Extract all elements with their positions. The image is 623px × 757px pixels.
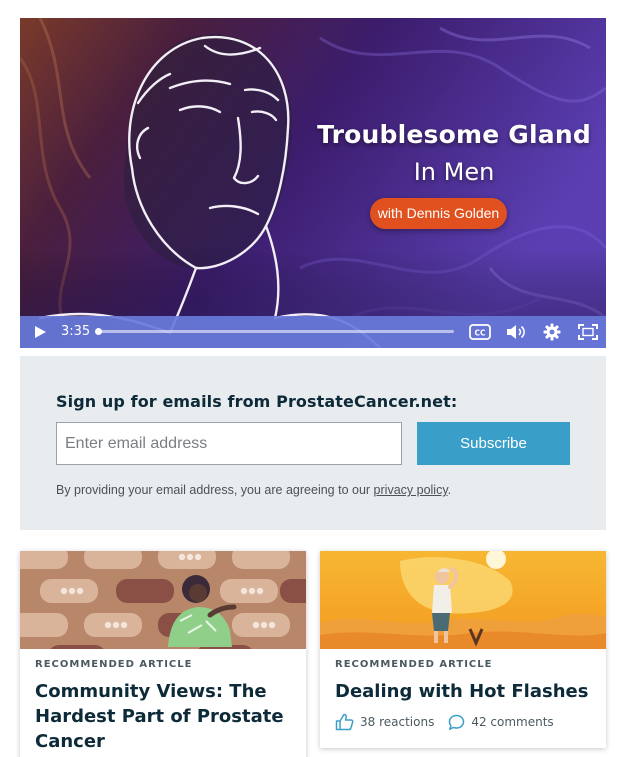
subscribe-button[interactable]: Subscribe	[417, 422, 570, 465]
captions-button[interactable]: CC	[468, 316, 492, 348]
video-subtitle: In Men	[413, 158, 495, 186]
reactions-link[interactable]: 38 reactions	[335, 713, 434, 731]
article-kicker: RECOMMENDED ARTICLE	[35, 659, 193, 670]
play-button[interactable]	[28, 316, 52, 348]
presenter-badge: with Dennis Golden	[370, 198, 507, 229]
article-thumbnail	[20, 551, 306, 649]
closed-captions-icon: CC	[469, 324, 491, 340]
comment-icon	[449, 714, 465, 730]
privacy-note: By providing your email address, you are…	[56, 483, 451, 497]
volume-button[interactable]	[504, 316, 528, 348]
email-input[interactable]	[56, 422, 402, 465]
article-kicker: RECOMMENDED ARTICLE	[335, 659, 493, 670]
gear-icon	[543, 323, 561, 341]
settings-button[interactable]	[540, 316, 564, 348]
signup-heading: Sign up for emails from ProstateCancer.n…	[56, 392, 458, 411]
video-progress-bar[interactable]	[95, 328, 454, 335]
fullscreen-icon	[578, 324, 598, 340]
thumbs-up-icon	[335, 713, 354, 731]
video-player[interactable]: Troublesome Gland In Men with Dennis Gol…	[20, 18, 606, 348]
reactions-count: 38 reactions	[360, 715, 435, 729]
progress-knob[interactable]	[95, 328, 102, 335]
video-title: Troublesome Gland	[317, 120, 591, 149]
fullscreen-button[interactable]	[576, 316, 600, 348]
video-controls: 3:35 CC	[20, 316, 606, 348]
privacy-note-end: .	[447, 483, 452, 497]
article-title[interactable]: Community Views: The Hardest Part of Pro…	[35, 679, 293, 754]
privacy-note-text: By providing your email address, you are…	[56, 483, 374, 497]
article-thumbnail	[320, 551, 606, 649]
volume-icon	[507, 325, 525, 339]
comments-link[interactable]: 42 comments	[448, 714, 554, 731]
article-title[interactable]: Dealing with Hot Flashes	[335, 679, 593, 704]
video-time: 3:35	[61, 324, 91, 339]
article-card[interactable]: RECOMMENDED ARTICLE Dealing with Hot Fla…	[320, 551, 606, 748]
email-signup-panel: Sign up for emails from ProstateCancer.n…	[20, 356, 606, 530]
privacy-policy-link[interactable]: privacy policy	[374, 483, 448, 497]
article-card[interactable]: RECOMMENDED ARTICLE Community Views: The…	[20, 551, 306, 757]
comments-count: 42 comments	[471, 715, 554, 729]
play-icon	[35, 326, 46, 338]
article-meta: 38 reactions 42 comments	[335, 713, 568, 731]
svg-text:CC: CC	[474, 329, 486, 338]
